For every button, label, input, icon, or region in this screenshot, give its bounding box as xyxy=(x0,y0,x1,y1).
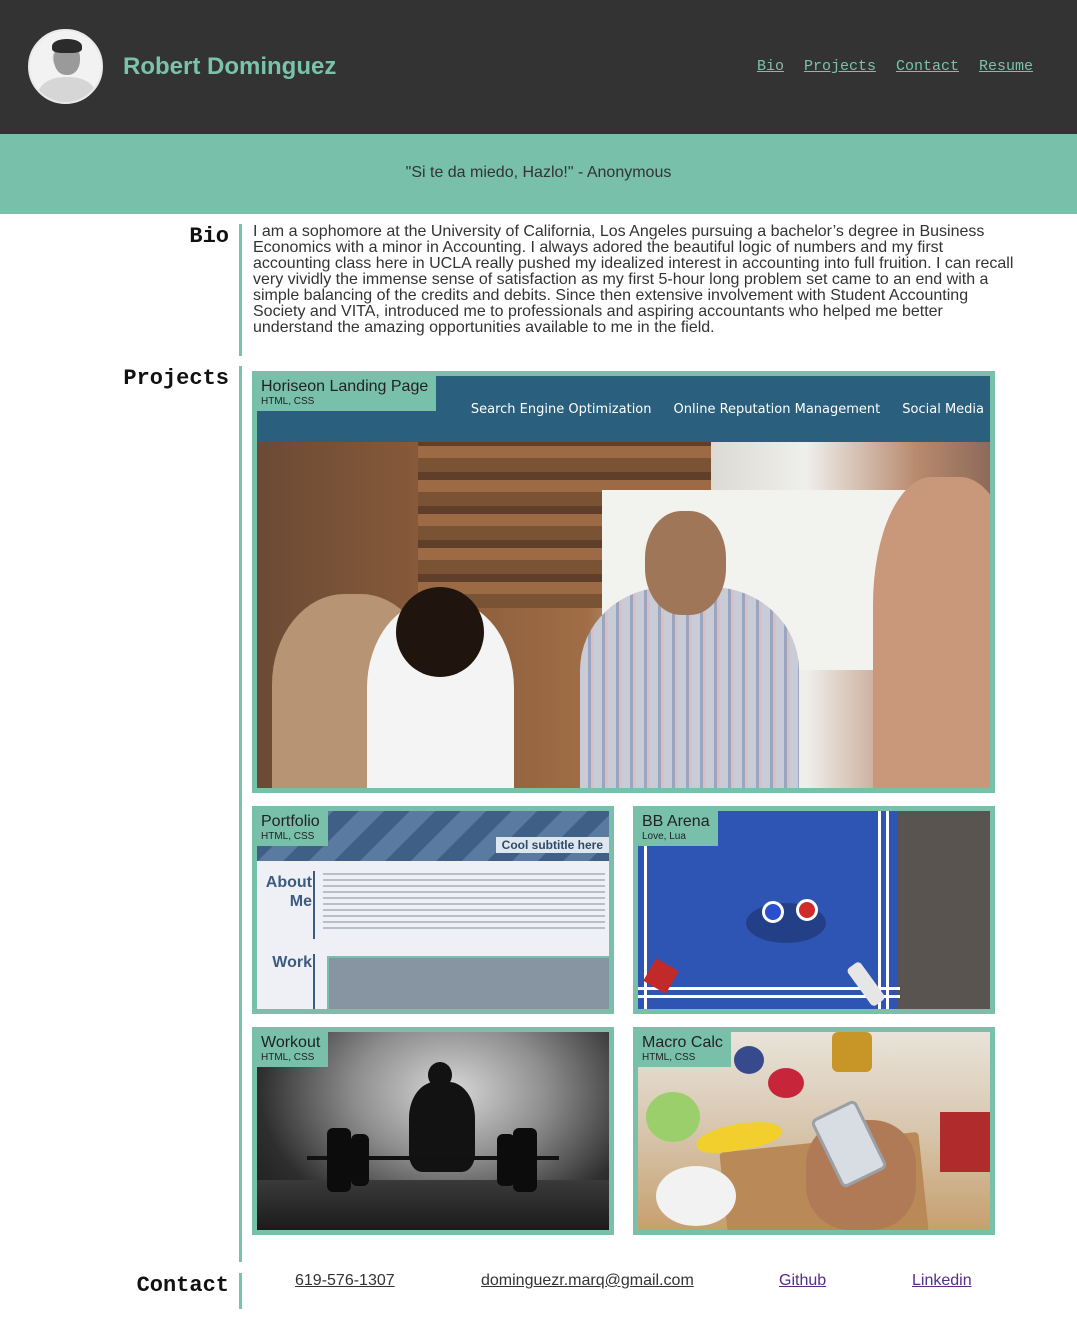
project-tag: BB Arena Love, Lua xyxy=(638,811,718,846)
project-tech: Love, Lua xyxy=(642,831,686,842)
linkedin-link[interactable]: Linkedin xyxy=(912,1272,972,1290)
project-title: Macro Calc xyxy=(642,1034,723,1051)
bio-divider xyxy=(239,224,242,356)
project-tag: Macro Calc HTML, CSS xyxy=(638,1032,731,1067)
portfolio-about-heading: About Me xyxy=(265,874,312,910)
project-card-workout[interactable]: Workout HTML, CSS xyxy=(252,1027,614,1235)
site-name: Robert Dominguez xyxy=(123,53,337,80)
phone-link[interactable]: 619-576-1307 xyxy=(295,1272,395,1290)
project-title: BB Arena xyxy=(642,813,710,830)
projects-heading: Projects xyxy=(123,366,229,391)
nav-bio-link[interactable]: Bio xyxy=(757,58,784,75)
nav-contact-link[interactable]: Contact xyxy=(896,58,959,75)
profile-avatar xyxy=(28,29,103,104)
project-card-horiseon[interactable]: Search Engine Optimization Online Reputa… xyxy=(252,371,995,793)
project-tag: Horiseon Landing Page HTML, CSS xyxy=(257,376,437,411)
horiseon-nav-orm: Online Reputation Management xyxy=(673,402,881,417)
main-nav: Bio Projects Contact Resume xyxy=(757,58,1033,75)
nav-projects-link[interactable]: Projects xyxy=(804,58,876,75)
project-card-macro-calc[interactable]: Macro Calc HTML, CSS xyxy=(633,1027,995,1235)
horiseon-screenshot: Search Engine Optimization Online Reputa… xyxy=(257,376,990,788)
project-tech: HTML, CSS xyxy=(261,1052,315,1063)
github-link[interactable]: Github xyxy=(779,1272,826,1290)
nav-resume-link[interactable]: Resume xyxy=(979,58,1033,75)
bio-heading: Bio xyxy=(189,224,229,249)
project-tech: HTML, CSS xyxy=(261,831,315,842)
contact-heading: Contact xyxy=(136,1273,229,1298)
project-title: Workout xyxy=(261,1034,321,1051)
portfolio-work-heading: Work xyxy=(272,954,312,971)
horiseon-nav-social: Social Media xyxy=(902,402,984,417)
project-card-bb-arena[interactable]: BB Arena Love, Lua xyxy=(633,806,995,1014)
contact-divider xyxy=(239,1273,242,1309)
horiseon-nav-seo: Search Engine Optimization xyxy=(470,402,652,417)
quote-text: "Si te da miedo, Hazlo!" - Anonymous xyxy=(405,164,672,181)
portfolio-subtitle: Cool subtitle here xyxy=(495,837,609,853)
project-tag: Portfolio HTML, CSS xyxy=(257,811,328,846)
email-link[interactable]: dominguezr.marq@gmail.com xyxy=(481,1272,694,1290)
bio-paragraph: I am a sophomore at the University of Ca… xyxy=(253,223,1014,336)
project-card-portfolio[interactable]: Cool subtitle here About Me Work Portfol… xyxy=(252,806,614,1014)
project-title: Horiseon Landing Page xyxy=(261,378,429,395)
project-title: Portfolio xyxy=(261,813,320,830)
project-tech: HTML, CSS xyxy=(261,396,315,407)
site-header: Robert Dominguez Bio Projects Contact Re… xyxy=(0,0,1077,134)
projects-divider xyxy=(239,366,242,1262)
project-tag: Workout HTML, CSS xyxy=(257,1032,329,1067)
project-tech: HTML, CSS xyxy=(642,1052,696,1063)
